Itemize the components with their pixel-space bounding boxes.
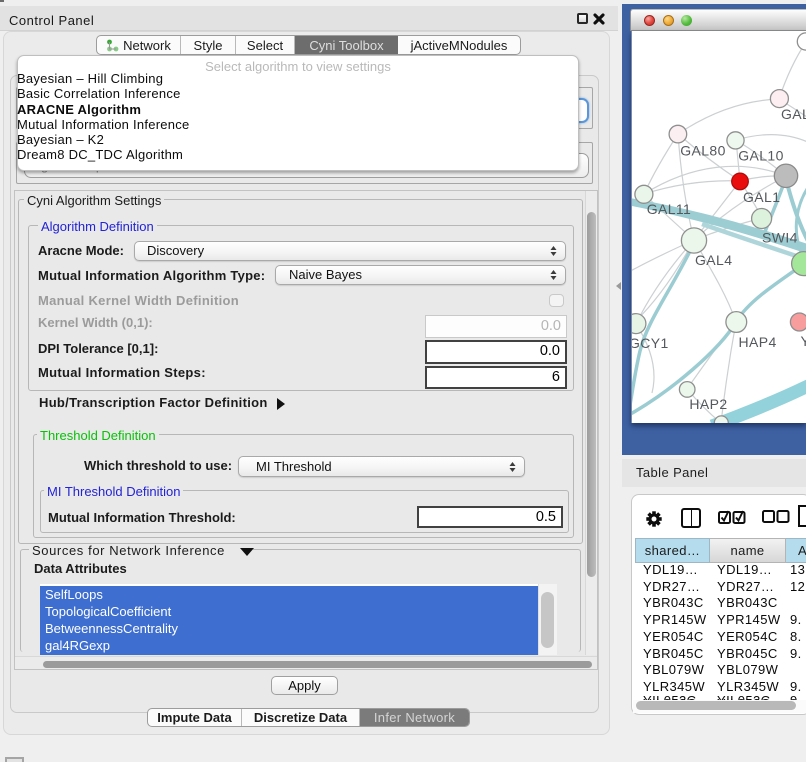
svg-text:GAL80: GAL80 <box>680 143 726 159</box>
svg-text:GAL1: GAL1 <box>743 189 780 205</box>
svg-text:GCY1: GCY1 <box>632 335 669 351</box>
svg-text:Y: Y <box>801 333 806 349</box>
svg-text:SWI4: SWI4 <box>762 230 798 246</box>
svg-text:HAP4: HAP4 <box>739 334 777 350</box>
svg-text:GAL11: GAL11 <box>647 201 692 217</box>
svg-text:GAL10: GAL10 <box>738 148 784 164</box>
svg-text:HAP2: HAP2 <box>689 396 727 412</box>
svg-text:GAL4: GAL4 <box>695 252 732 268</box>
svg-text:GAL2: GAL2 <box>781 106 806 122</box>
